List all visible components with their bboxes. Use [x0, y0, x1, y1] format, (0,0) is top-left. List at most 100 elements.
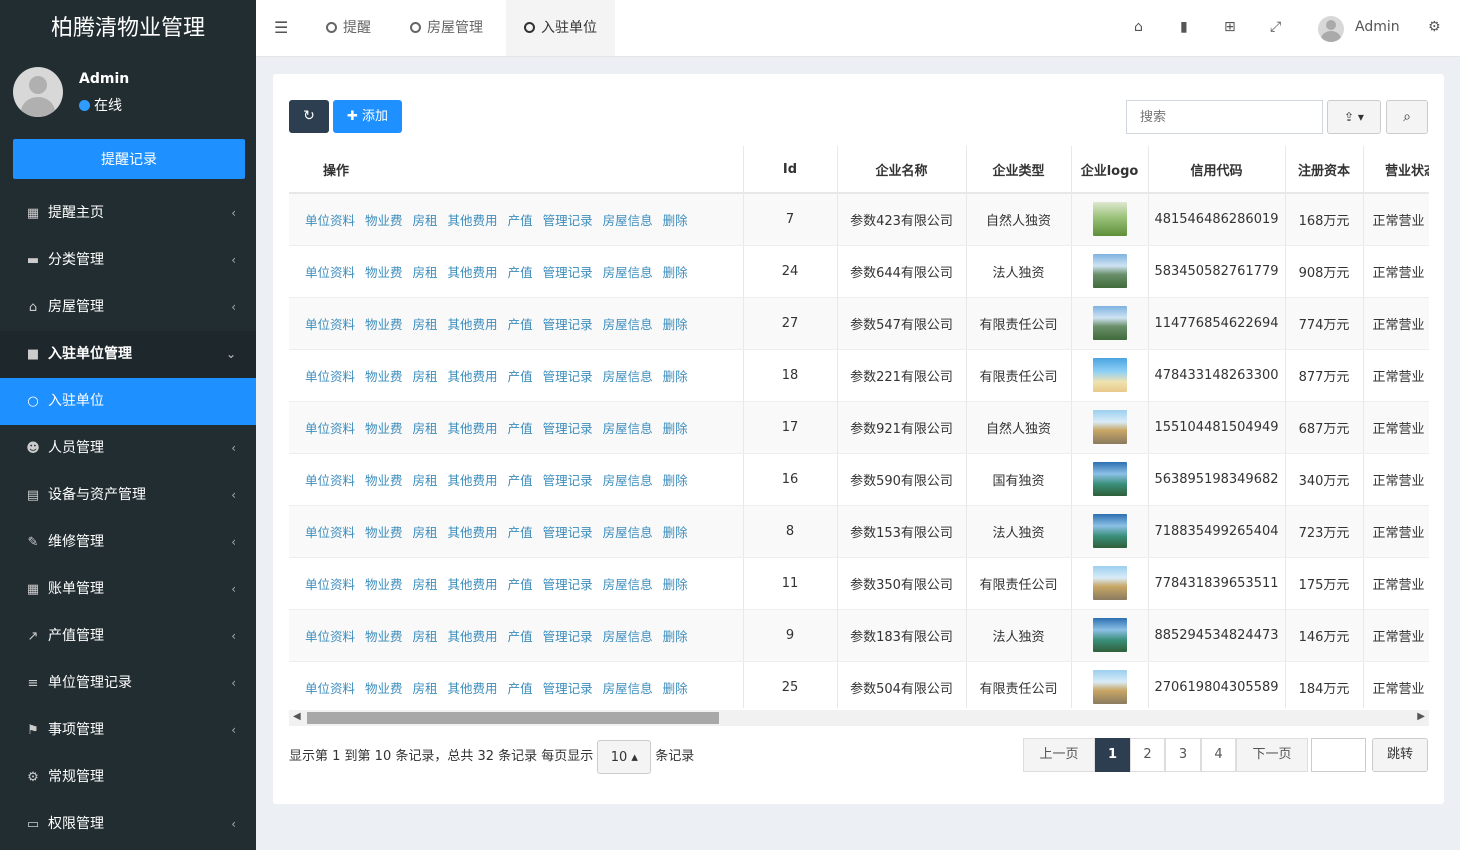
- row-action-link[interactable]: 房屋信息: [603, 213, 653, 228]
- row-action-link[interactable]: 管理记录: [543, 421, 593, 436]
- row-action-link[interactable]: 产值: [508, 421, 533, 436]
- page-1-button[interactable]: 1: [1095, 738, 1130, 772]
- row-action-link[interactable]: 物业费: [365, 421, 403, 436]
- company-logo-image[interactable]: [1092, 618, 1127, 652]
- trash-icon[interactable]: ▮: [1180, 19, 1188, 35]
- row-action-link[interactable]: 产值: [508, 317, 533, 332]
- row-action-link[interactable]: 单位资料: [305, 317, 355, 332]
- row-action-link[interactable]: 单位资料: [305, 265, 355, 280]
- table-row[interactable]: 单位资料 物业费 房租 其他费用 产值 管理记录 房屋信息 删除 25 参数504有限公司 有限责任…: [289, 661, 1429, 708]
- scroll-right-icon[interactable]: ▶: [1417, 711, 1425, 722]
- column-header-3[interactable]: 企业类型: [966, 146, 1072, 194]
- table-row[interactable]: 单位资料 物业费 房租 其他费用 产值 管理记录 房屋信息 删除 17 参数921有限公司 自然人独…: [289, 401, 1429, 454]
- row-action-link[interactable]: 单位资料: [305, 629, 355, 644]
- row-action-link[interactable]: 删除: [663, 577, 688, 592]
- tab-house-management[interactable]: 房屋管理: [392, 0, 501, 56]
- top-avatar[interactable]: [1318, 16, 1344, 42]
- row-action-link[interactable]: 物业费: [365, 681, 403, 696]
- settings-icon[interactable]: ⚙: [1428, 19, 1441, 35]
- table-row[interactable]: 单位资料 物业费 房租 其他费用 产值 管理记录 房屋信息 删除 11 参数350有限公司 有限责任…: [289, 557, 1429, 610]
- sidebar-item-6[interactable]: ▤ 设备与资产管理 ‹: [0, 472, 256, 519]
- row-action-link[interactable]: 房租: [413, 421, 438, 436]
- sidebar-item-7[interactable]: ✎ 维修管理 ‹: [0, 519, 256, 566]
- page-4-button[interactable]: 4: [1201, 738, 1236, 772]
- row-action-link[interactable]: 产值: [508, 525, 533, 540]
- row-action-link[interactable]: 房租: [413, 681, 438, 696]
- home-icon[interactable]: ⌂: [1134, 19, 1143, 35]
- row-action-link[interactable]: 房屋信息: [603, 525, 653, 540]
- row-action-link[interactable]: 删除: [663, 525, 688, 540]
- translate-icon[interactable]: ⊞: [1224, 19, 1236, 35]
- page-3-button[interactable]: 3: [1165, 738, 1201, 772]
- refresh-button[interactable]: ↻: [289, 100, 329, 133]
- row-action-link[interactable]: 房屋信息: [603, 473, 653, 488]
- row-action-link[interactable]: 物业费: [365, 265, 403, 280]
- row-action-link[interactable]: 删除: [663, 681, 688, 696]
- row-action-link[interactable]: 产值: [508, 213, 533, 228]
- row-action-link[interactable]: 房租: [413, 577, 438, 592]
- row-action-link[interactable]: 房屋信息: [603, 577, 653, 592]
- row-action-link[interactable]: 房租: [413, 473, 438, 488]
- row-action-link[interactable]: 删除: [663, 317, 688, 332]
- company-logo-image[interactable]: [1092, 514, 1127, 548]
- menu-toggle-icon[interactable]: ☰: [274, 18, 288, 37]
- row-action-link[interactable]: 其他费用: [448, 629, 498, 644]
- company-logo-image[interactable]: [1092, 462, 1127, 496]
- row-action-link[interactable]: 删除: [663, 213, 688, 228]
- row-action-link[interactable]: 产值: [508, 681, 533, 696]
- row-action-link[interactable]: 删除: [663, 421, 688, 436]
- row-action-link[interactable]: 管理记录: [543, 213, 593, 228]
- row-action-link[interactable]: 单位资料: [305, 577, 355, 592]
- fullscreen-icon[interactable]: ⤢: [1270, 19, 1281, 35]
- row-action-link[interactable]: 单位资料: [305, 421, 355, 436]
- search-input[interactable]: [1126, 100, 1323, 134]
- table-row[interactable]: 单位资料 物业费 房租 其他费用 产值 管理记录 房屋信息 删除 8 参数153有限公司 法人独资 7…: [289, 505, 1429, 558]
- column-header-0[interactable]: 操作: [289, 146, 744, 194]
- column-header-4[interactable]: 企业logo: [1071, 146, 1149, 194]
- row-action-link[interactable]: 物业费: [365, 369, 403, 384]
- sidebar-item-4[interactable]: ○ 入驻单位: [0, 378, 256, 425]
- sidebar-item-2[interactable]: ⌂ 房屋管理 ‹: [0, 284, 256, 331]
- sidebar-item-5[interactable]: ☻ 人员管理 ‹: [0, 425, 256, 472]
- sidebar-item-10[interactable]: ≡ 单位管理记录 ‹: [0, 660, 256, 707]
- sidebar-item-8[interactable]: ▦ 账单管理 ‹: [0, 566, 256, 613]
- row-action-link[interactable]: 删除: [663, 369, 688, 384]
- row-action-link[interactable]: 物业费: [365, 525, 403, 540]
- company-logo-image[interactable]: [1092, 306, 1127, 340]
- row-action-link[interactable]: 其他费用: [448, 213, 498, 228]
- row-action-link[interactable]: 管理记录: [543, 317, 593, 332]
- column-header-7[interactable]: 营业状态: [1363, 146, 1429, 194]
- column-header-5[interactable]: 信用代码: [1148, 146, 1286, 194]
- row-action-link[interactable]: 删除: [663, 473, 688, 488]
- row-action-link[interactable]: 产值: [508, 265, 533, 280]
- company-logo-image[interactable]: [1092, 254, 1127, 288]
- row-action-link[interactable]: 其他费用: [448, 525, 498, 540]
- prev-page-button[interactable]: 上一页: [1023, 738, 1095, 772]
- row-action-link[interactable]: 房租: [413, 265, 438, 280]
- row-action-link[interactable]: 其他费用: [448, 265, 498, 280]
- sidebar-item-9[interactable]: ↗ 产值管理 ‹: [0, 613, 256, 660]
- row-action-link[interactable]: 房租: [413, 213, 438, 228]
- row-action-link[interactable]: 单位资料: [305, 473, 355, 488]
- row-action-link[interactable]: 房屋信息: [603, 421, 653, 436]
- row-action-link[interactable]: 物业费: [365, 473, 403, 488]
- row-action-link[interactable]: 产值: [508, 629, 533, 644]
- scrollbar-thumb[interactable]: [307, 712, 719, 724]
- row-action-link[interactable]: 房屋信息: [603, 369, 653, 384]
- row-action-link[interactable]: 产值: [508, 473, 533, 488]
- company-logo-image[interactable]: [1092, 566, 1127, 600]
- row-action-link[interactable]: 物业费: [365, 317, 403, 332]
- company-logo-image[interactable]: [1092, 202, 1127, 237]
- row-action-link[interactable]: 其他费用: [448, 369, 498, 384]
- jump-page-input[interactable]: [1311, 738, 1366, 772]
- column-header-1[interactable]: Id: [743, 146, 838, 194]
- export-button[interactable]: ⇪ ▾: [1327, 100, 1381, 134]
- row-action-link[interactable]: 管理记录: [543, 265, 593, 280]
- row-action-link[interactable]: 房租: [413, 369, 438, 384]
- column-header-2[interactable]: 企业名称: [837, 146, 967, 194]
- row-action-link[interactable]: 房屋信息: [603, 265, 653, 280]
- row-action-link[interactable]: 其他费用: [448, 577, 498, 592]
- row-action-link[interactable]: 单位资料: [305, 525, 355, 540]
- row-action-link[interactable]: 产值: [508, 369, 533, 384]
- remind-records-button[interactable]: 提醒记录: [13, 139, 245, 179]
